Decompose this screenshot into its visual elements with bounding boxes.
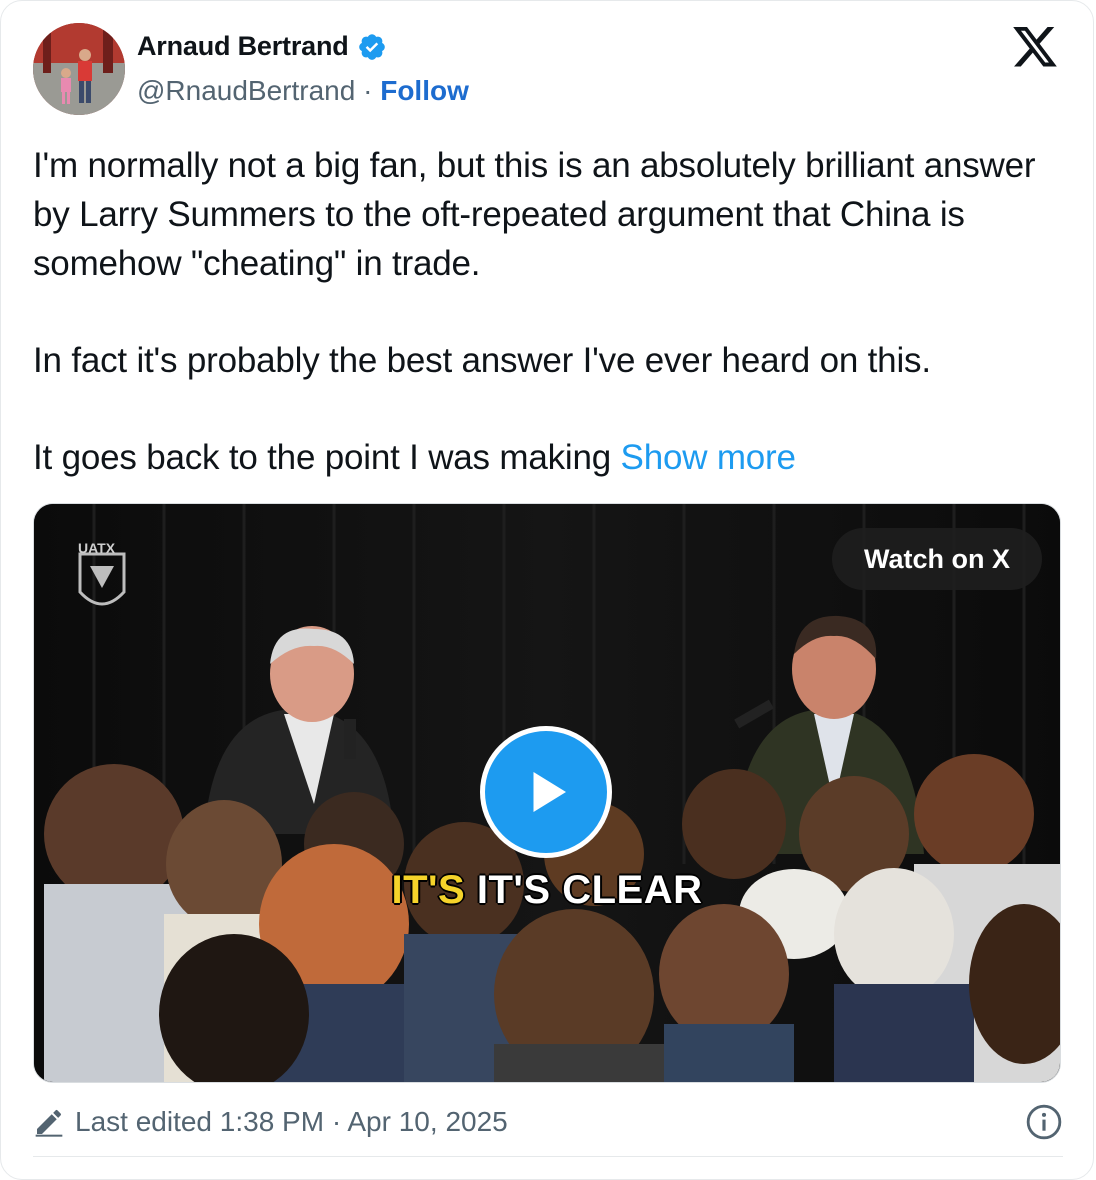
author-name-row: Arnaud Bertrand — [137, 31, 387, 62]
tweet-card: Arnaud Bertrand @RnaudBertrand · Follow … — [0, 0, 1094, 1180]
watch-on-x-button[interactable]: Watch on X — [832, 528, 1042, 590]
tweet-paragraph-1: I'm normally not a big fan, but this is … — [33, 146, 1036, 283]
video-caption: IT'S IT'S CLEAR — [34, 867, 1060, 913]
handle-separator: · — [363, 75, 373, 106]
video-player[interactable]: UATX Watch on X IT'S IT'S CLEAR — [33, 503, 1061, 1083]
verified-badge-icon — [357, 32, 387, 62]
x-logo-icon[interactable] — [1013, 27, 1057, 67]
avatar[interactable] — [33, 23, 125, 115]
tweet-paragraph-3: It goes back to the point I was making S… — [33, 433, 1073, 482]
show-more-link[interactable]: Show more — [621, 438, 796, 477]
info-icon[interactable] — [1025, 1103, 1063, 1141]
tweet-footer: Last edited 1:38 PM · Apr 10, 2025 — [33, 1097, 1063, 1147]
caption-word-highlight: IT'S — [391, 867, 466, 913]
last-edited-text[interactable]: Last edited 1:38 PM · Apr 10, 2025 — [75, 1106, 508, 1138]
tweet-paragraph-2: In fact it's probably the best answer I'… — [33, 341, 931, 380]
uatx-watermark: UATX — [78, 540, 116, 556]
tweet-paragraph-3-text: It goes back to the point I was making — [33, 438, 612, 477]
handle-row: @RnaudBertrand · Follow — [137, 75, 469, 107]
play-icon — [533, 772, 566, 812]
author-name[interactable]: Arnaud Bertrand — [137, 31, 349, 62]
caption-words: IT'S CLEAR — [476, 867, 703, 913]
divider — [33, 1156, 1063, 1157]
author-handle[interactable]: @RnaudBertrand — [137, 75, 355, 106]
tweet-text: I'm normally not a big fan, but this is … — [33, 141, 1073, 482]
play-button[interactable] — [480, 726, 612, 858]
follow-button[interactable]: Follow — [380, 75, 469, 106]
pencil-icon — [33, 1106, 65, 1138]
